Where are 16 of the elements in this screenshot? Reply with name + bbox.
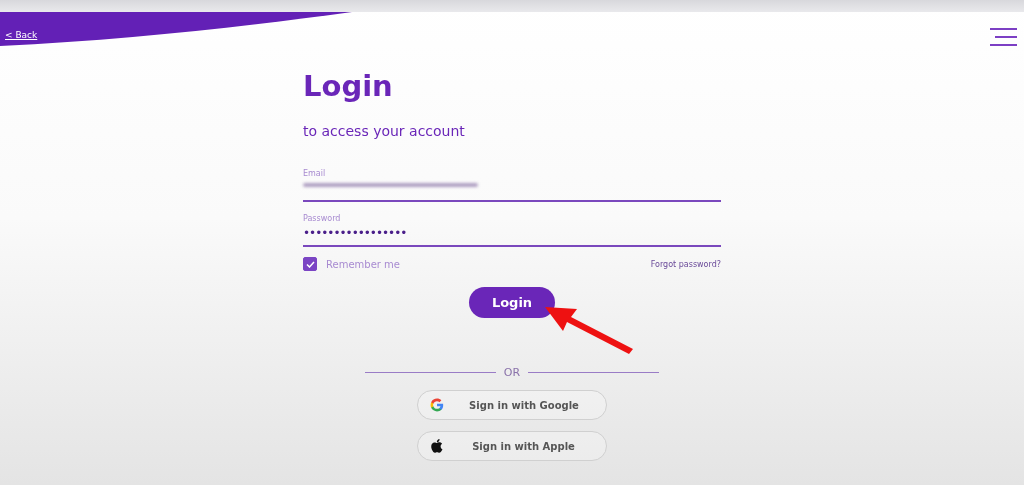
menu-icon[interactable]	[990, 28, 1017, 47]
apple-icon	[430, 439, 443, 453]
login-button[interactable]: Login	[469, 287, 555, 318]
social-login-button[interactable]: Sign in with Apple	[417, 431, 607, 461]
password-label: Password	[303, 214, 341, 224]
remember-checkbox[interactable]	[303, 257, 317, 271]
page-subtitle: to access your account	[303, 123, 465, 139]
social-login-button[interactable]: Sign in with Google	[417, 390, 607, 420]
divider-text: OR	[503, 366, 521, 379]
back-link[interactable]: < Back	[5, 30, 38, 40]
remember-label: Remember me	[326, 258, 400, 270]
page-title: Login	[303, 68, 393, 104]
password-input[interactable]: •••••••••••••••••	[303, 226, 721, 240]
email-label: Email	[303, 169, 326, 179]
forgot-password-link[interactable]: Forgot password?	[650, 259, 721, 269]
google-icon	[430, 398, 444, 412]
